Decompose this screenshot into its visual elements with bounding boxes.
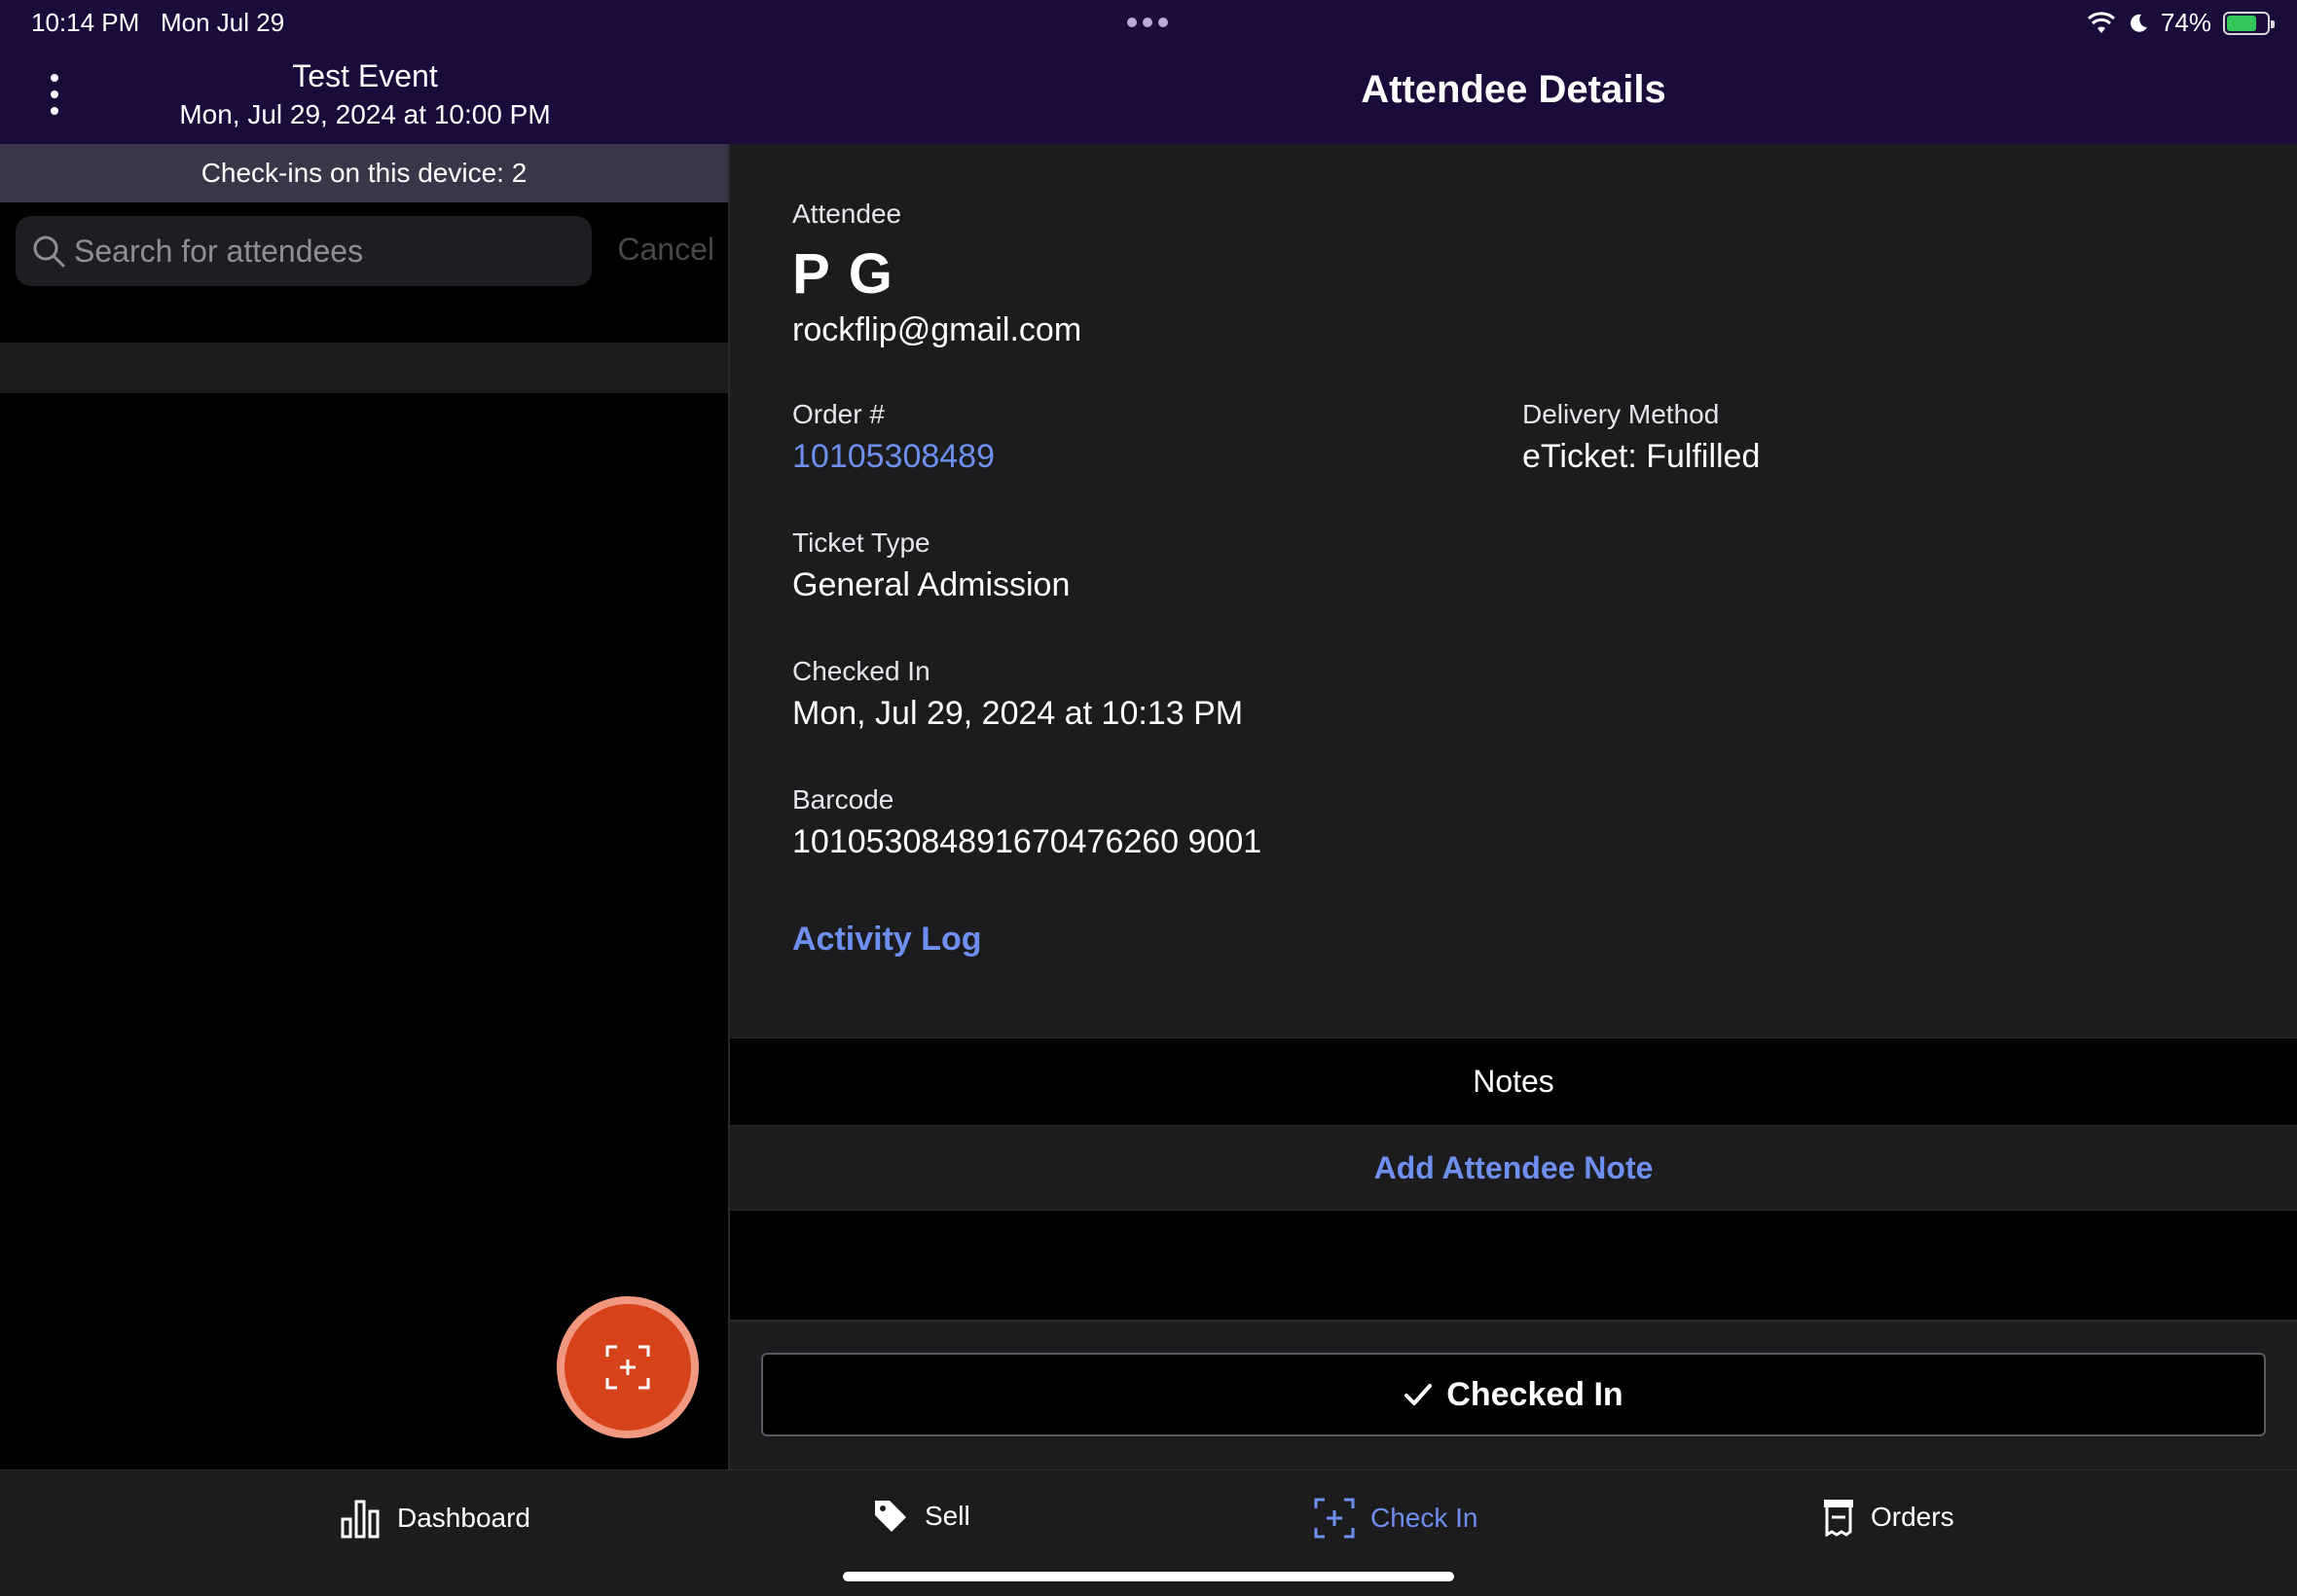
search-row: Cancel (16, 216, 714, 288)
cancel-button[interactable]: Cancel (617, 232, 714, 268)
checked-in-bar: Checked In (730, 1320, 2297, 1469)
ticket-type-value: General Admission (792, 566, 1071, 603)
tag-icon (875, 1501, 906, 1532)
add-attendee-note-button[interactable]: Add Attendee Note (730, 1125, 2297, 1211)
attendee-email: rockflip@gmail.com (792, 311, 1082, 348)
delivery-method-value: eTicket: Fulfilled (1522, 438, 1761, 475)
checkmark-icon (1404, 1384, 1433, 1405)
tab-orders[interactable]: Orders (1822, 1498, 1954, 1537)
notes-area (730, 1211, 2297, 1320)
notes-header: Notes (730, 1037, 2297, 1125)
tab-orders-label: Orders (1871, 1502, 1954, 1532)
barcode-value: 101053084891670476260 9001 (792, 823, 1262, 860)
page-title: Attendee Details (1361, 68, 1666, 111)
tab-sell[interactable]: Sell (872, 1498, 970, 1535)
attendee-label: Attendee (792, 199, 902, 229)
tab-check-in-label: Check In (1370, 1503, 1478, 1533)
tab-sell-label: Sell (925, 1501, 970, 1531)
status-indicators: 74% (2087, 8, 2275, 38)
event-title: Test Event (292, 58, 438, 93)
checked-in-value: Mon, Jul 29, 2024 at 10:13 PM (792, 695, 1244, 732)
scan-icon (1314, 1498, 1355, 1539)
bar-chart-icon (341, 1500, 380, 1539)
checkins-count-bar: Check-ins on this device: 2 (0, 144, 728, 202)
scan-icon (605, 1345, 650, 1390)
tab-dashboard[interactable]: Dashboard (341, 1498, 530, 1539)
home-indicator[interactable] (843, 1572, 1454, 1581)
attendee-list-row[interactable] (0, 343, 728, 393)
order-number-link[interactable]: 10105308489 (792, 438, 995, 476)
checked-in-label: Checked In (792, 656, 930, 686)
checked-in-button[interactable]: Checked In (761, 1353, 2266, 1436)
battery-percent: 74% (2160, 8, 2211, 37)
search-box[interactable] (16, 216, 592, 286)
checked-in-button-label: Checked In (1446, 1375, 1623, 1413)
search-input[interactable] (74, 233, 561, 270)
multitask-dots-icon[interactable] (1127, 18, 1168, 27)
ticket-type-label: Ticket Type (792, 527, 930, 558)
attendee-name: P G (792, 242, 894, 306)
tab-check-in[interactable]: Check In (1314, 1498, 1478, 1539)
tab-bar: Dashboard Sell Check In Orders (0, 1469, 2297, 1596)
activity-log-link[interactable]: Activity Log (792, 921, 982, 959)
attendee-list-pane: Check-ins on this device: 2 Cancel (0, 144, 730, 1469)
delivery-method-label: Delivery Method (1522, 399, 1720, 429)
barcode-label: Barcode (792, 784, 894, 815)
left-header: Test Event Mon, Jul 29, 2024 at 10:00 PM (0, 0, 730, 144)
receipt-icon (1824, 1500, 1853, 1537)
tab-dashboard-label: Dashboard (397, 1503, 530, 1533)
order-label: Order # (792, 399, 885, 429)
attendee-details-pane: Attendee P G rockflip@gmail.com Order # … (730, 144, 2297, 1469)
event-date: Mon, Jul 29, 2024 at 10:00 PM (179, 99, 551, 129)
scan-fab-button[interactable] (557, 1296, 699, 1438)
search-icon (33, 236, 65, 268)
moon-icon (2131, 14, 2147, 32)
wifi-icon (2087, 11, 2115, 33)
battery-charging-icon (2223, 11, 2275, 35)
